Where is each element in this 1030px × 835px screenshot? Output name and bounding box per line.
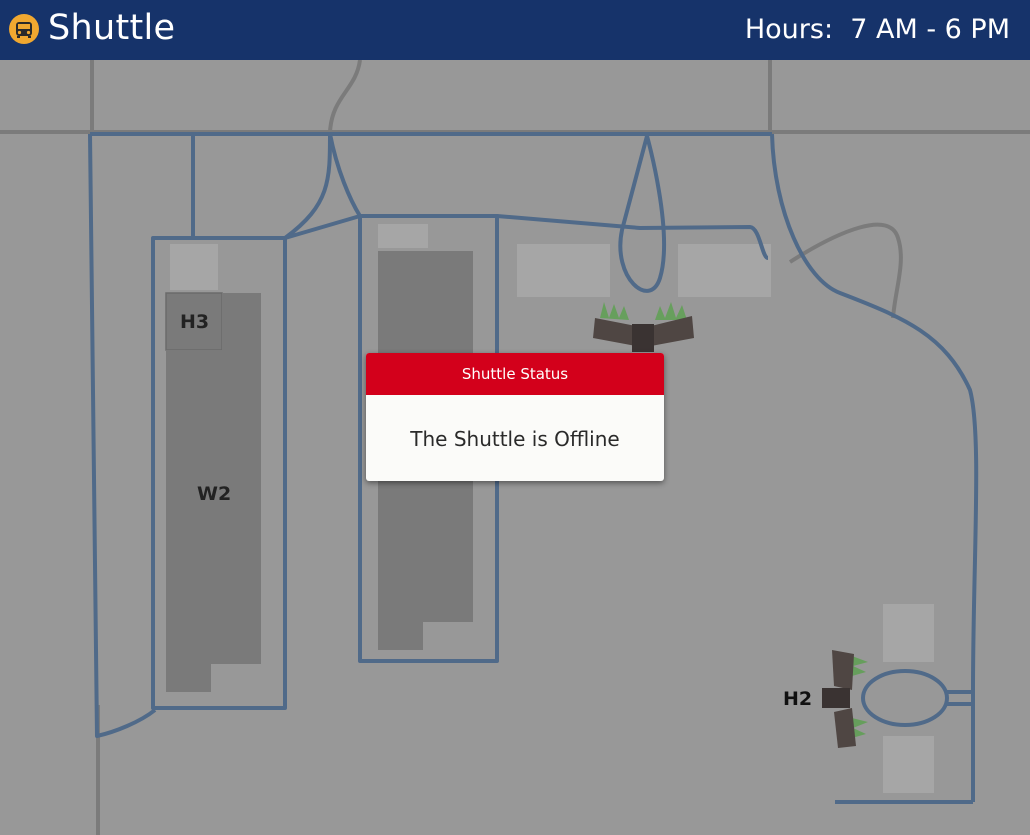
shuttle-stop-north[interactable]	[593, 302, 694, 352]
modal-title: Shuttle Status	[366, 353, 664, 395]
map-label-w2: W2	[197, 483, 232, 505]
shuttle-bus-icon	[9, 14, 39, 44]
app-title: Shuttle	[48, 8, 176, 48]
app-header: Shuttle Hours: 7 AM - 6 PM	[0, 0, 1030, 60]
status-message: The Shuttle is Offline	[410, 427, 620, 451]
hours-text: Hours: 7 AM - 6 PM	[744, 14, 1010, 45]
map-label-h2: H2	[783, 688, 813, 710]
map-label-h3: H3	[180, 311, 210, 333]
shuttle-status-modal: Shuttle Status The Shuttle is Offline	[366, 353, 664, 481]
